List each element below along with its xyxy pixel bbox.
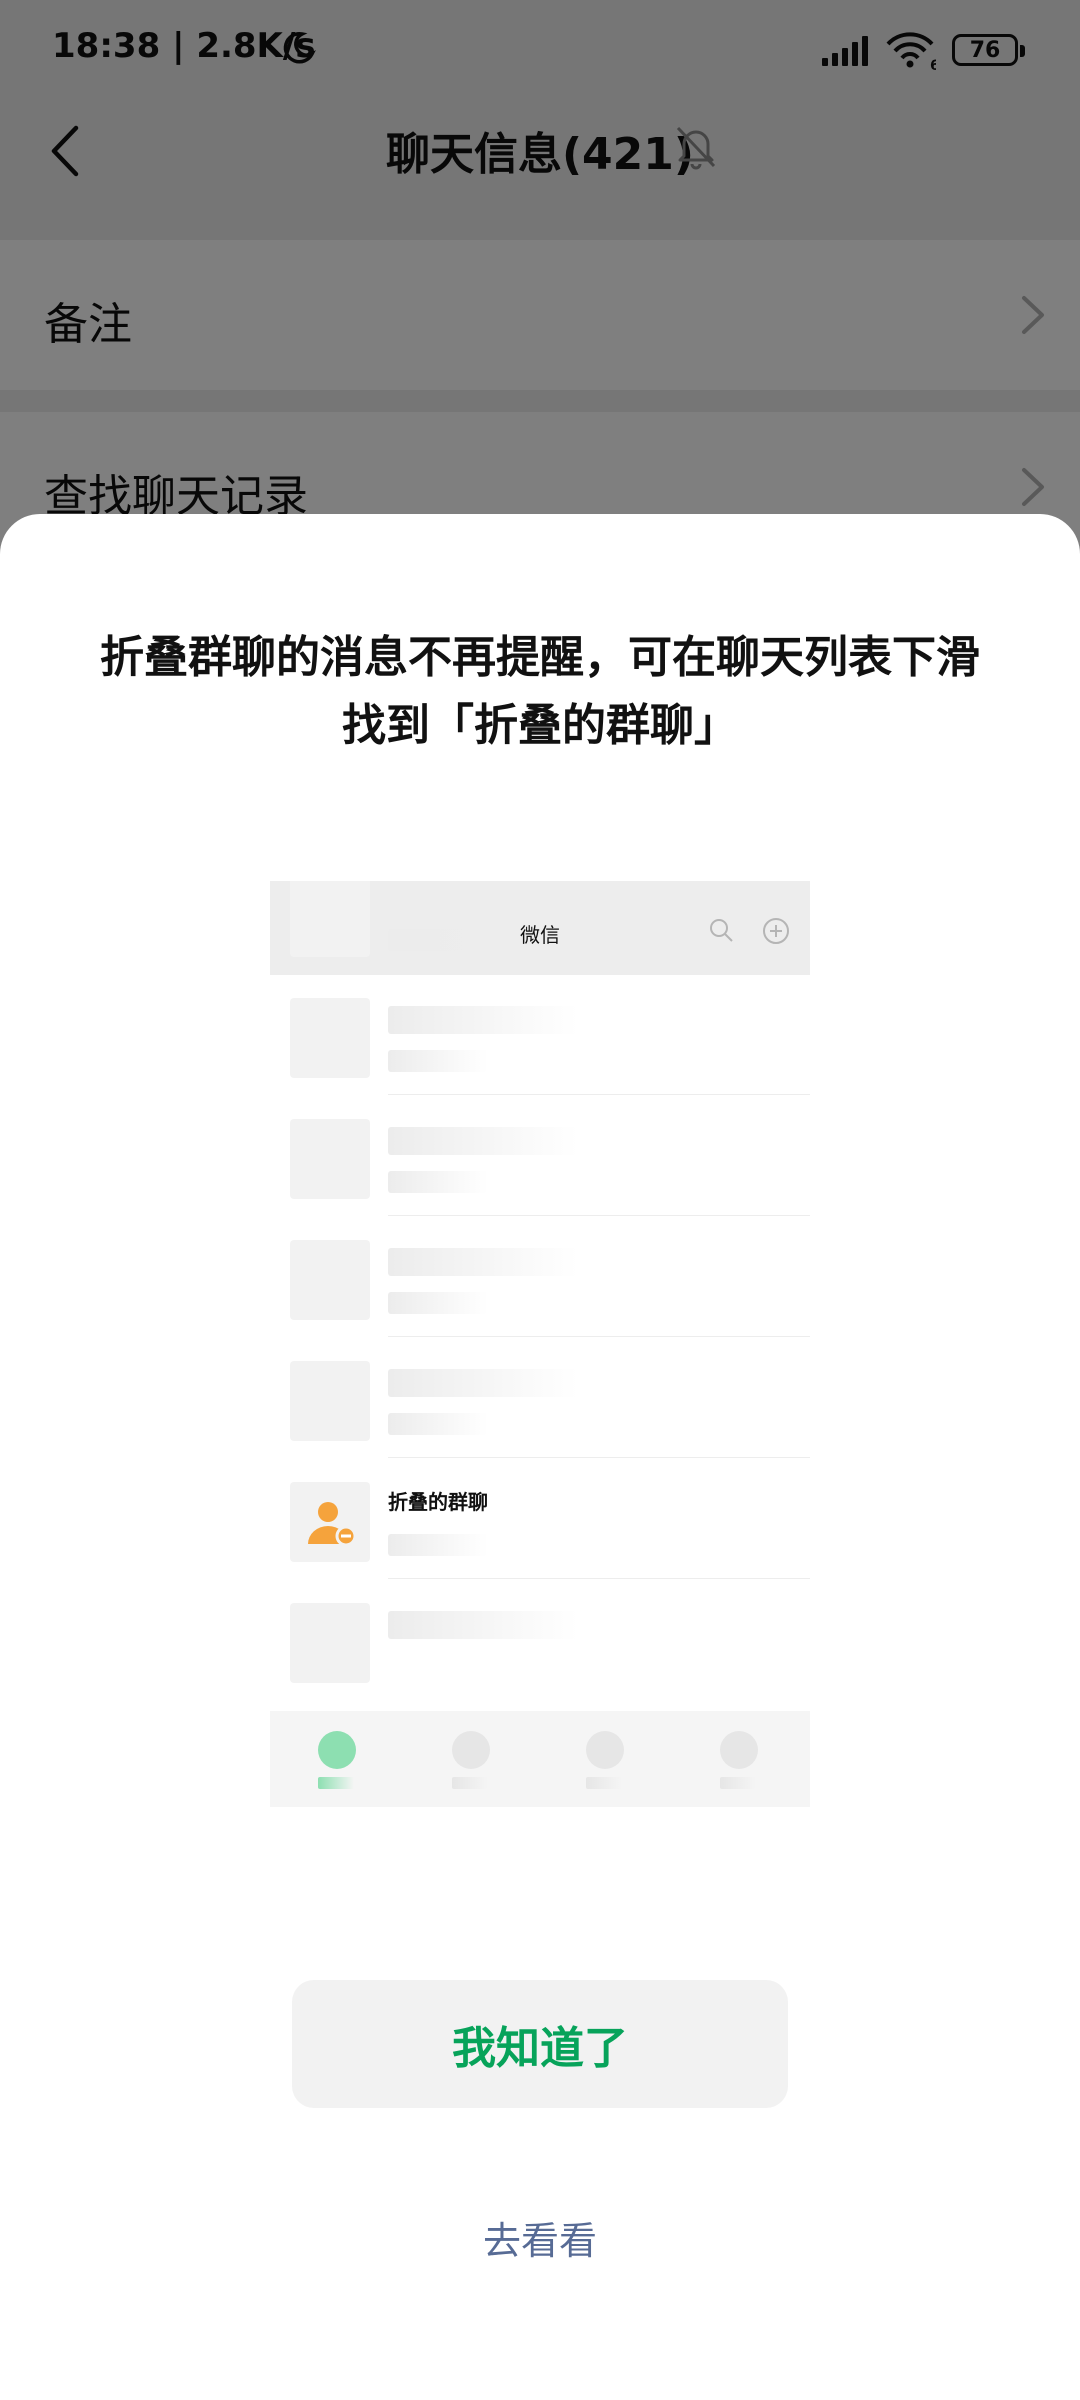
preview-list-item	[270, 1216, 810, 1337]
preview-list-item	[270, 881, 810, 974]
preview-placeholder	[388, 1248, 578, 1276]
preview-placeholder	[388, 1413, 488, 1435]
preview-tab-chats-icon	[318, 1731, 358, 1789]
go-see-link[interactable]: 去看看	[0, 2210, 1080, 2265]
preview-tab-contacts-icon	[452, 1731, 492, 1789]
preview-avatar	[290, 1119, 370, 1199]
preview-tab-bar	[270, 1711, 810, 1807]
got-it-button[interactable]: 我知道了	[292, 1980, 788, 2108]
preview-placeholder	[388, 1292, 488, 1314]
preview-avatar	[290, 998, 370, 1078]
preview-placeholder	[388, 1611, 578, 1639]
preview-placeholder	[388, 1050, 488, 1072]
preview-placeholder	[388, 1171, 488, 1193]
preview-placeholder	[388, 1127, 578, 1155]
preview-placeholder	[388, 1369, 578, 1397]
preview-placeholder	[388, 1006, 578, 1034]
preview-tab-me-icon	[720, 1731, 760, 1789]
preview-list-item	[270, 974, 810, 1095]
fold-group-sheet: 折叠群聊的消息不再提醒，可在聊天列表下滑找到「折叠的群聊」 微信 折叠的群聊 我…	[0, 514, 1080, 2400]
preview-tab-discover-icon	[586, 1731, 626, 1789]
preview-avatar	[290, 1603, 370, 1683]
preview-placeholder	[388, 1534, 488, 1556]
preview-placeholder	[388, 929, 488, 951]
preview-avatar	[290, 1361, 370, 1441]
sheet-title: 折叠群聊的消息不再提醒，可在聊天列表下滑找到「折叠的群聊」	[100, 632, 980, 751]
preview-folded-group-item: 折叠的群聊	[270, 1458, 810, 1579]
preview-avatar	[290, 881, 370, 957]
preview-list-item	[270, 1095, 810, 1216]
folded-group-name: 折叠的群聊	[388, 1490, 488, 1514]
folded-group-icon	[308, 1502, 357, 1547]
folded-group-avatar	[290, 1482, 370, 1562]
wechat-preview-illustration: 微信 折叠的群聊	[270, 881, 810, 1807]
preview-list-item	[270, 1579, 810, 1700]
preview-list-item	[270, 1337, 810, 1458]
preview-avatar	[290, 1240, 370, 1320]
